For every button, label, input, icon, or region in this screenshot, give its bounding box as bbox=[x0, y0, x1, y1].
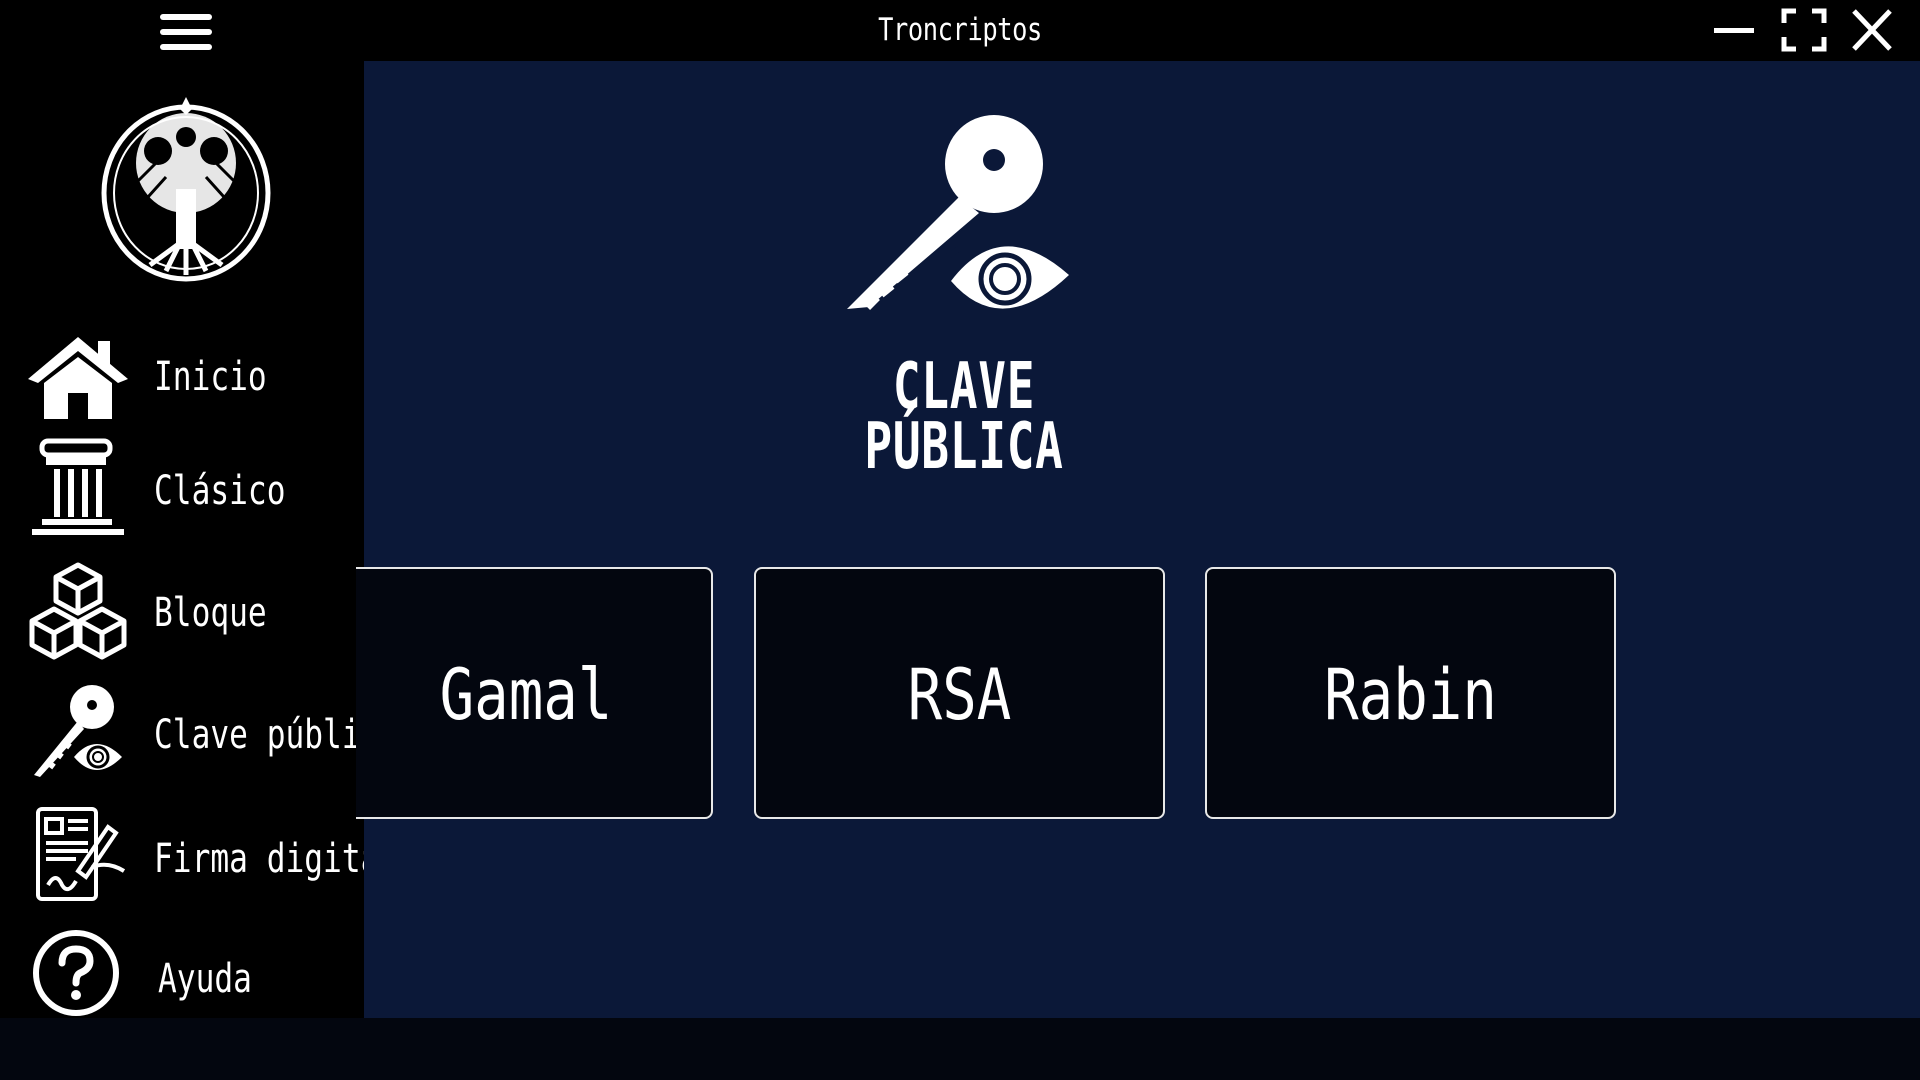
column-icon bbox=[26, 435, 130, 539]
sidebar-item-label: Ayuda bbox=[158, 956, 252, 1002]
bottom-bar bbox=[0, 1018, 1920, 1080]
title-bar: Troncriptos bbox=[0, 0, 1920, 61]
tree-logo-icon bbox=[96, 93, 276, 283]
cubes-icon bbox=[26, 559, 130, 663]
sidebar-item-firma-digital[interactable]: Firma digital bbox=[0, 805, 398, 915]
hamburger-menu-icon[interactable] bbox=[156, 10, 216, 54]
home-icon bbox=[26, 327, 130, 431]
sidebar-item-inicio[interactable]: Inicio bbox=[0, 323, 364, 433]
maximize-icon[interactable] bbox=[1778, 5, 1830, 55]
app-window: Troncriptos Inicio Clásico Bloque Clave … bbox=[0, 0, 1920, 1080]
main-content: CLAVE PÚBLICA Gamal RSA Rabin bbox=[356, 61, 1920, 1018]
sidebar-item-bloque[interactable]: Bloque bbox=[0, 559, 364, 669]
page-title: CLAVE PÚBLICA bbox=[813, 350, 1115, 484]
sidebar: Inicio Clásico Bloque Clave pública Firm… bbox=[0, 61, 398, 1018]
window-title: Troncriptos bbox=[878, 12, 1042, 48]
sidebar-item-label: Firma digital bbox=[154, 836, 399, 882]
page-title-line1: CLAVE bbox=[892, 350, 1036, 424]
gamal-button[interactable]: Gamal bbox=[356, 567, 713, 819]
rsa-button[interactable]: RSA bbox=[754, 567, 1165, 819]
sidebar-item-clave-publica[interactable]: Clave pública bbox=[0, 681, 398, 791]
sidebar-item-label: Clásico bbox=[154, 468, 286, 514]
sidebar-item-clasico[interactable]: Clásico bbox=[0, 435, 364, 545]
minimize-icon[interactable] bbox=[1708, 5, 1760, 55]
sidebar-item-label: Inicio bbox=[154, 354, 267, 400]
signature-document-icon bbox=[26, 805, 130, 909]
rabin-button[interactable]: Rabin bbox=[1205, 567, 1616, 819]
card-label: Rabin bbox=[1324, 654, 1497, 736]
card-label: Gamal bbox=[439, 654, 613, 736]
page-title-line2: PÚBLICA bbox=[864, 410, 1064, 484]
key-eye-icon bbox=[841, 113, 1081, 323]
help-icon bbox=[26, 927, 130, 1031]
card-label: RSA bbox=[907, 654, 1012, 736]
sidebar-item-label: Bloque bbox=[154, 590, 267, 636]
key-eye-icon bbox=[26, 681, 130, 785]
algorithm-cards: Gamal RSA Rabin bbox=[356, 567, 1920, 823]
close-icon[interactable] bbox=[1846, 5, 1898, 55]
